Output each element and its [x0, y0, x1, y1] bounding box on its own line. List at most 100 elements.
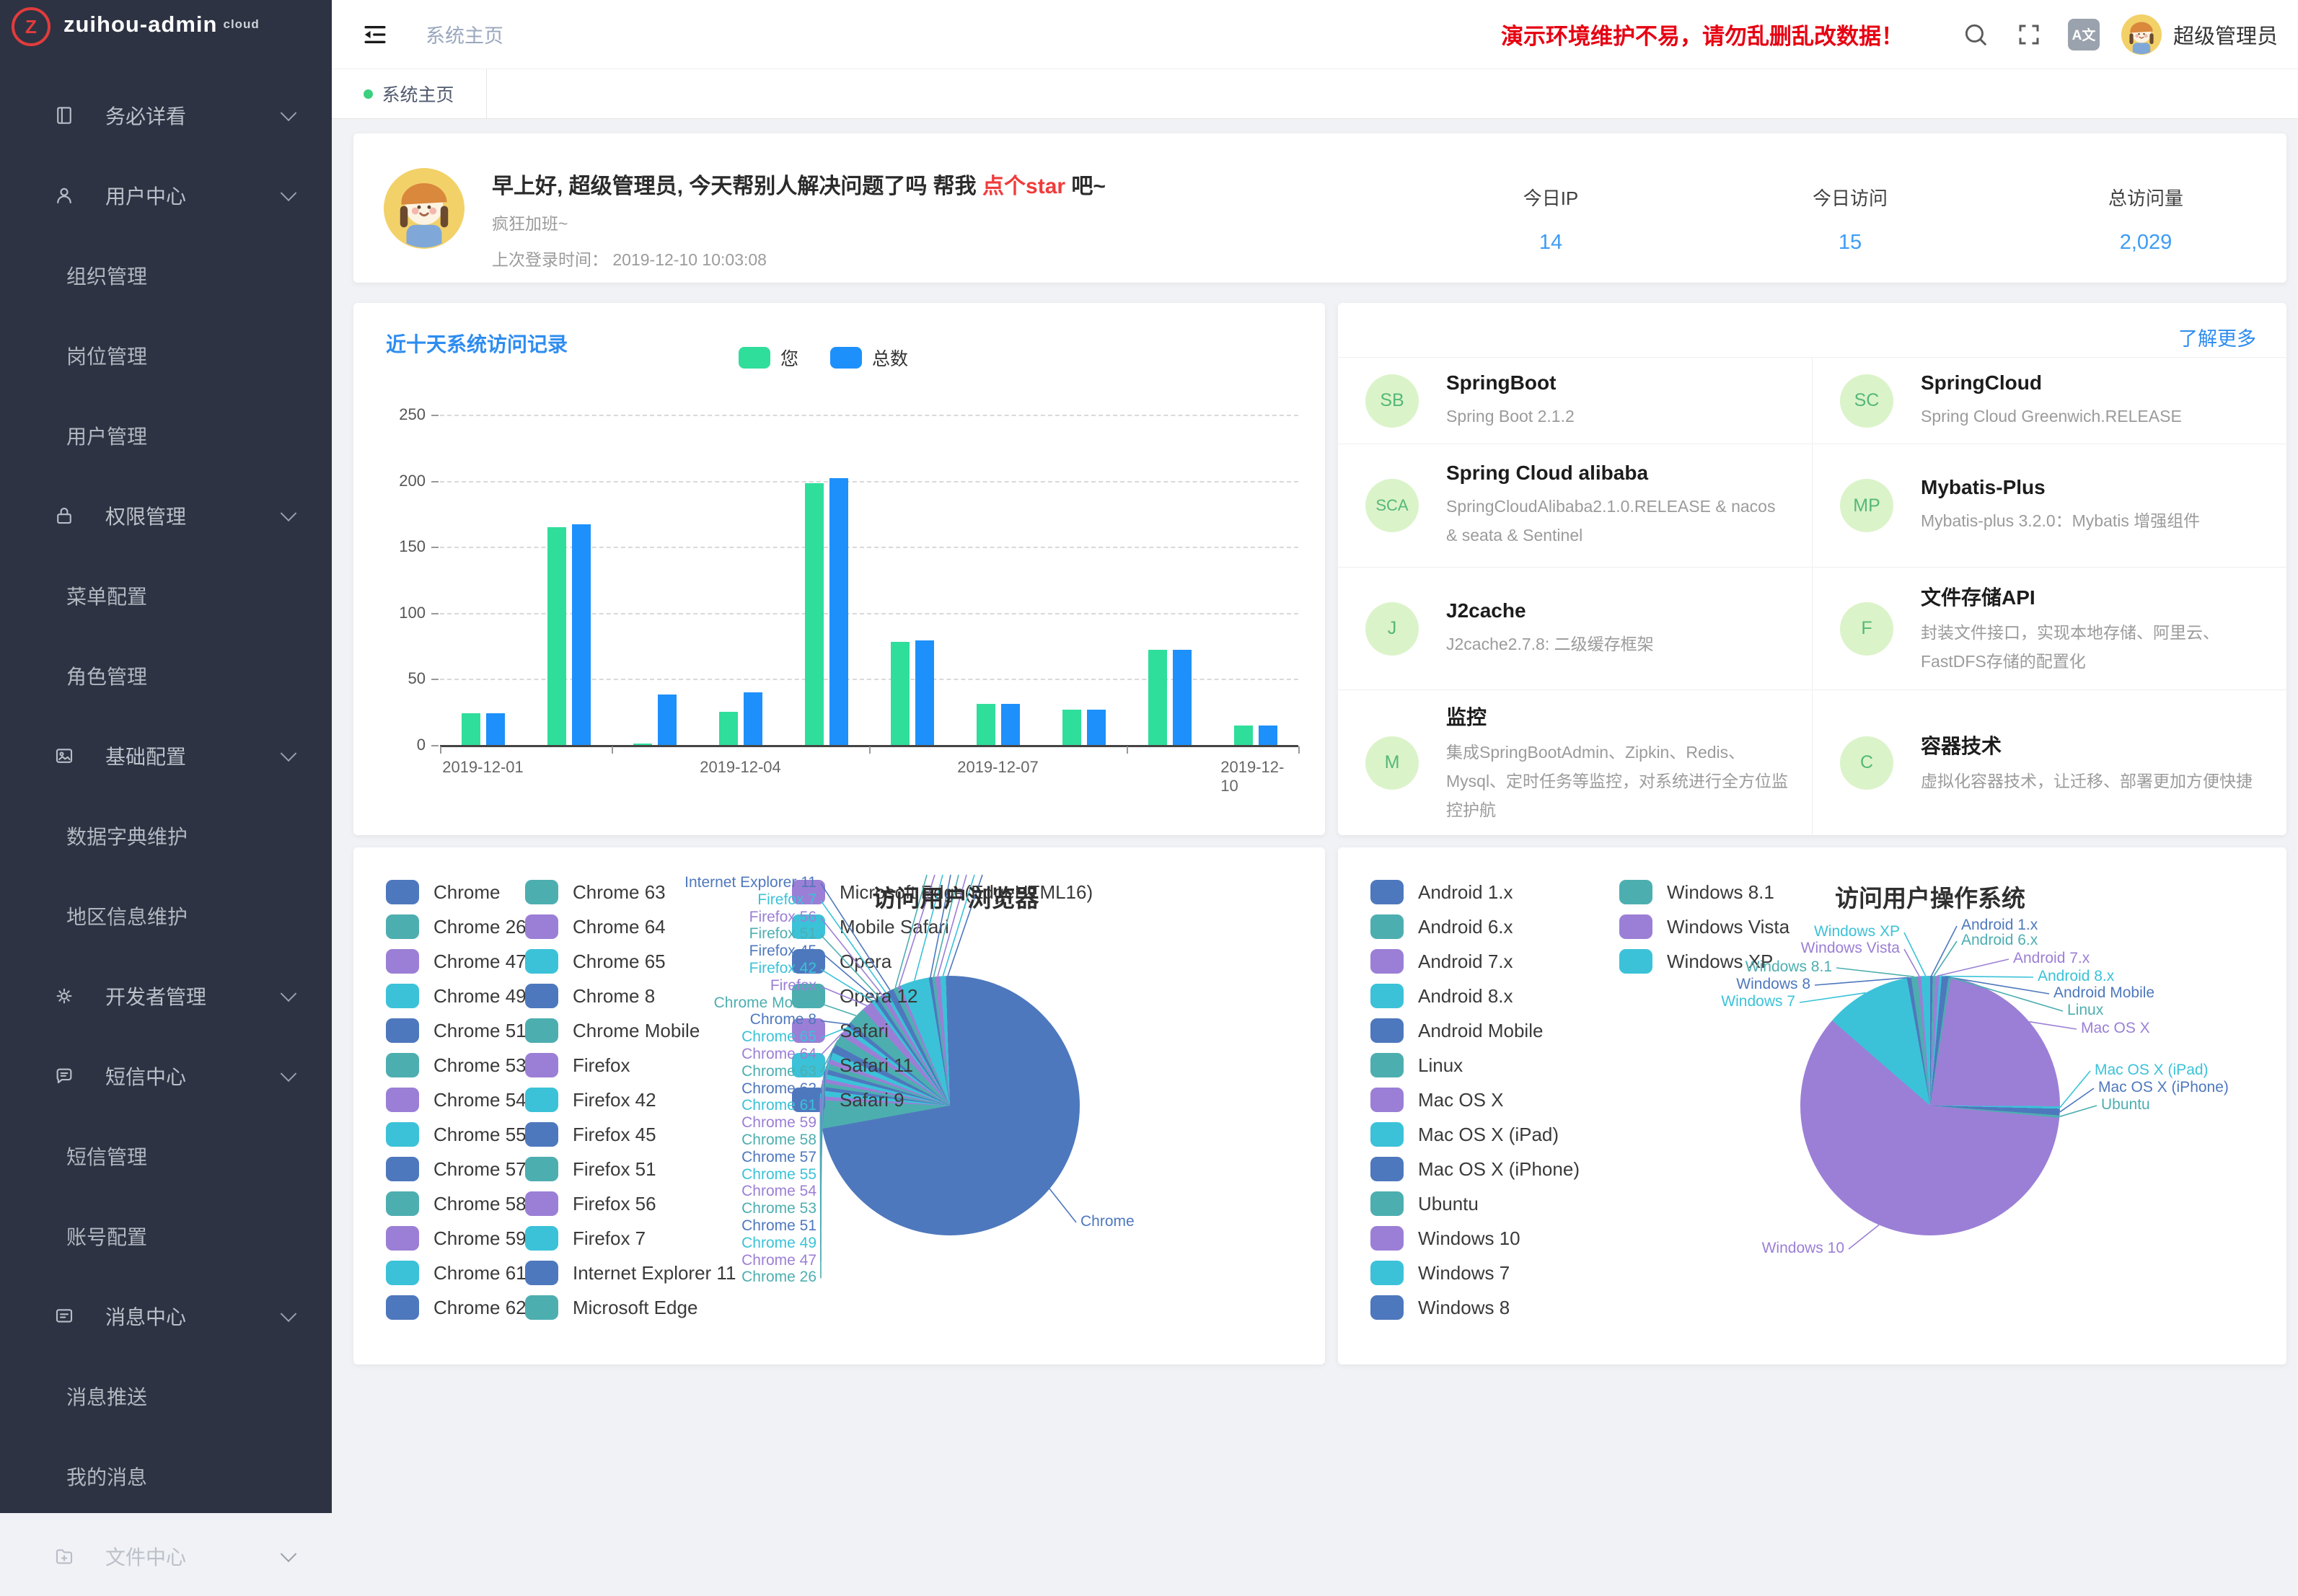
chevron-down-icon [281, 745, 297, 762]
sidebar-item-7[interactable]: 角色管理 [0, 635, 332, 715]
legend-item-Chrome 49[interactable]: Chrome 49 [386, 984, 527, 1008]
x-axis-label-2019-12-04: 2019-12-04 [700, 758, 781, 777]
sidebar-item-2[interactable]: 组织管理 [0, 235, 332, 315]
legend-item-Chrome 26[interactable]: Chrome 26 [386, 914, 527, 939]
chevron-down-icon [281, 1305, 297, 1322]
legend-item-Chrome 53[interactable]: Chrome 53 [386, 1053, 527, 1077]
sidebar-item-11[interactable]: 开发者管理 [0, 956, 332, 1036]
sidebar-item-12[interactable]: 短信中心 [0, 1036, 332, 1116]
sidebar-item-1[interactable]: 用户中心 [0, 155, 332, 235]
learn-more-link[interactable]: 了解更多 [2178, 323, 2256, 351]
legend-item-Chrome 62[interactable]: Chrome 62 [386, 1295, 527, 1320]
y-tick [431, 613, 439, 614]
x-axis-label-2019-12-10: 2019-12-10 [1220, 758, 1290, 795]
last-login-time: 2019-12-10 10:03:08 [612, 250, 767, 269]
legend-item-Firefox 7[interactable]: Firefox 7 [525, 1226, 646, 1251]
callout-Chrome 64: Chrome 64 [741, 1046, 816, 1063]
legend-item-Chrome 58[interactable]: Chrome 58 [386, 1191, 527, 1216]
legend-item-Chrome 8[interactable]: Chrome 8 [525, 984, 655, 1008]
legend-swatch [1370, 1157, 1404, 1181]
legend-item-Chrome 57[interactable]: Chrome 57 [386, 1157, 527, 1181]
legend-item-Chrome 51[interactable]: Chrome 51 [386, 1018, 527, 1043]
avatar[interactable] [2121, 14, 2162, 55]
last-login-label: 上次登录时间： [492, 250, 608, 269]
legend-item-Chrome 54[interactable]: Chrome 54 [386, 1088, 527, 1112]
legend-item-Microsoft Edge[interactable]: Microsoft Edge [525, 1295, 697, 1320]
sidebar-item-5[interactable]: 权限管理 [0, 475, 332, 555]
legend-item-Android 7.x[interactable]: Android 7.x [1370, 949, 1513, 974]
legend-item-Chrome 64[interactable]: Chrome 64 [525, 914, 666, 939]
legend-item-Windows 10[interactable]: Windows 10 [1370, 1226, 1520, 1251]
sidebar-item-18[interactable]: 文件中心 [0, 1516, 332, 1596]
legend-item-Windows 8.1[interactable]: Windows 8.1 [1619, 880, 1774, 904]
legend-item-Mac OS X (iPad)[interactable]: Mac OS X (iPad) [1370, 1122, 1559, 1147]
legend-item-Chrome 63[interactable]: Chrome 63 [525, 880, 666, 904]
sidebar-item-16[interactable]: 消息推送 [0, 1356, 332, 1436]
fullscreen-icon[interactable] [2015, 20, 2043, 49]
sidebar-item-10[interactable]: 地区信息维护 [0, 876, 332, 956]
legend-item-Android Mobile[interactable]: Android Mobile [1370, 1018, 1543, 1043]
legend-swatch-you[interactable] [739, 347, 770, 369]
user-icon [53, 185, 75, 206]
legend-item-Chrome[interactable]: Chrome [386, 880, 500, 904]
legend-swatch [1370, 1053, 1404, 1077]
legend-item-Android 1.x[interactable]: Android 1.x [1370, 880, 1513, 904]
legend-label-total[interactable]: 总数 [872, 345, 908, 371]
pie2-card-pie[interactable] [1800, 976, 2060, 1235]
sidebar-item-15[interactable]: 消息中心 [0, 1276, 332, 1356]
bar-total-2019-12-10 [1259, 726, 1277, 745]
legend-item-Chrome 55[interactable]: Chrome 55 [386, 1122, 527, 1147]
sidebar-item-14[interactable]: 账号配置 [0, 1196, 332, 1276]
legend-item-Internet Explorer 11[interactable]: Internet Explorer 11 [525, 1261, 736, 1285]
logo[interactable]: Z zuihou-admin cloud [0, 0, 332, 75]
legend-item-Firefox 56[interactable]: Firefox 56 [525, 1191, 656, 1216]
x-axis-label-2019-12-07: 2019-12-07 [957, 758, 1039, 777]
callout-Chrome 51: Chrome 51 [741, 1217, 816, 1235]
collapse-menu-icon[interactable] [362, 22, 388, 48]
sidebar-item-13[interactable]: 短信管理 [0, 1116, 332, 1196]
legend-label: Chrome Mobile [573, 1020, 700, 1042]
search-icon[interactable] [1961, 20, 1990, 49]
legend-item-Mac OS X[interactable]: Mac OS X [1370, 1088, 1503, 1112]
legend-item-Mac OS X (iPhone)[interactable]: Mac OS X (iPhone) [1370, 1157, 1580, 1181]
sidebar-item-8[interactable]: 基础配置 [0, 715, 332, 795]
username[interactable]: 超级管理员 [2173, 19, 2278, 50]
legend-item-Android 6.x[interactable]: Android 6.x [1370, 914, 1513, 939]
language-icon[interactable]: A文 [2068, 19, 2100, 50]
sidebar-item-0[interactable]: 务必详看 [0, 75, 332, 155]
legend-swatch [386, 914, 419, 939]
legend-item-Firefox 42[interactable]: Firefox 42 [525, 1088, 656, 1112]
legend-item-Chrome 65[interactable]: Chrome 65 [525, 949, 666, 974]
legend-label: Chrome 64 [573, 916, 666, 938]
legend-item-Chrome 59[interactable]: Chrome 59 [386, 1226, 527, 1251]
legend-item-Chrome Mobile[interactable]: Chrome Mobile [525, 1018, 700, 1043]
legend-item-Firefox 51[interactable]: Firefox 51 [525, 1157, 656, 1181]
bar-you-2019-12-01 [462, 713, 480, 745]
legend-item-Firefox[interactable]: Firefox [525, 1053, 630, 1077]
legend-label-you[interactable]: 您 [780, 345, 798, 371]
legend-swatch [525, 1018, 558, 1043]
callout-Ubuntu: Ubuntu [2101, 1096, 2150, 1114]
tech-title: SpringCloud [1921, 371, 2265, 394]
legend-item-Linux[interactable]: Linux [1370, 1053, 1463, 1077]
legend-item-Android 8.x[interactable]: Android 8.x [1370, 984, 1513, 1008]
sidebar-item-4[interactable]: 用户管理 [0, 395, 332, 475]
legend-swatch-total[interactable] [830, 347, 862, 369]
tab-system-home[interactable]: 系统主页 [332, 69, 487, 118]
sidebar-item-9[interactable]: 数据字典维护 [0, 795, 332, 876]
legend-item-Windows 8[interactable]: Windows 8 [1370, 1295, 1510, 1320]
legend-item-Firefox 45[interactable]: Firefox 45 [525, 1122, 656, 1147]
legend-label: Chrome 59 [433, 1227, 527, 1250]
tech-avatar-badge: F [1840, 602, 1893, 656]
legend-item-Chrome 61[interactable]: Chrome 61 [386, 1261, 527, 1285]
legend-item-Ubuntu[interactable]: Ubuntu [1370, 1191, 1479, 1216]
sidebar-item-3[interactable]: 岗位管理 [0, 315, 332, 395]
legend-item-Windows Vista[interactable]: Windows Vista [1619, 914, 1789, 939]
star-link[interactable]: 点个star [982, 175, 1065, 198]
legend-swatch [1370, 1122, 1404, 1147]
legend-item-Chrome 47[interactable]: Chrome 47 [386, 949, 527, 974]
legend-item-Windows 7[interactable]: Windows 7 [1370, 1261, 1510, 1285]
sidebar-item-17[interactable]: 我的消息 [0, 1436, 332, 1516]
sidebar-item-6[interactable]: 菜单配置 [0, 555, 332, 635]
legend-swatch [386, 1053, 419, 1077]
